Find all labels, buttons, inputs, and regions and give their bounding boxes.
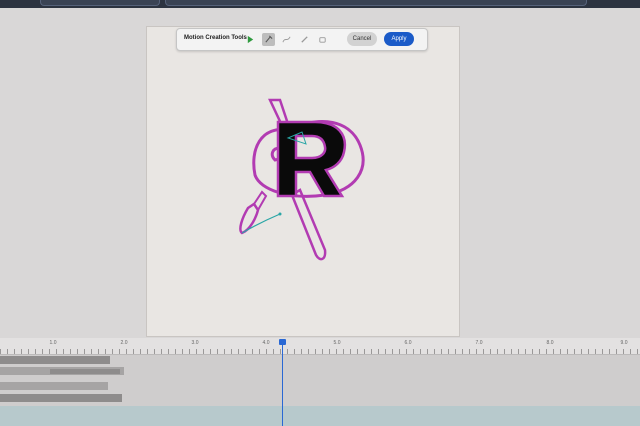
track-bar[interactable] [0,356,110,364]
eraser-icon [319,37,326,43]
toolbar-title: Motion Creation Tools [184,35,247,41]
ruler-label: 7.0 [475,340,483,346]
motion-path-brush [241,213,281,234]
track-bar[interactable] [50,369,120,374]
path-curve-icon [282,36,291,43]
pencil-icon [301,36,308,43]
select-arrow-icon [247,35,254,44]
letter-r-glyph [276,120,347,198]
path-curve-tool[interactable] [280,33,293,46]
playhead-handle[interactable] [279,339,286,345]
apply-button[interactable]: Apply [384,32,414,46]
pencil-tool[interactable] [298,33,311,46]
ruler-label: 4.0 [262,340,270,346]
eraser-tool[interactable] [316,33,329,46]
ruler-label: 8.0 [546,340,554,346]
ruler-label: 9.0 [620,340,628,346]
track-bar[interactable] [0,382,108,390]
timeline-ruler[interactable]: 1.0 2.0 3.0 4.0 5.0 6.0 7.0 8.0 9.0 [0,338,640,355]
motion-creation-toolbar: Motion Creation Tools Cancel Apply [176,28,428,51]
ruler-label: 1.0 [49,340,57,346]
ruler-ticks [0,349,640,354]
select-tool[interactable] [244,33,257,46]
cancel-button[interactable]: Cancel [347,32,377,46]
ruler-label: 5.0 [333,340,341,346]
artwork-logo[interactable] [230,90,370,270]
brush-ferrule [252,190,268,212]
pen-draw-icon [265,35,273,43]
ruler-label: 6.0 [404,340,412,346]
top-bar-tab-left[interactable] [40,0,160,6]
motion-path-anchor [278,212,282,216]
ruler-label: 3.0 [191,340,199,346]
top-app-bar [0,0,640,8]
ruler-label: 2.0 [120,340,128,346]
top-bar-tab-main[interactable] [165,0,587,6]
playhead[interactable] [282,342,283,426]
pen-draw-tool[interactable] [262,33,275,46]
bottom-status-strip [0,406,640,426]
track-bar[interactable] [0,394,122,402]
